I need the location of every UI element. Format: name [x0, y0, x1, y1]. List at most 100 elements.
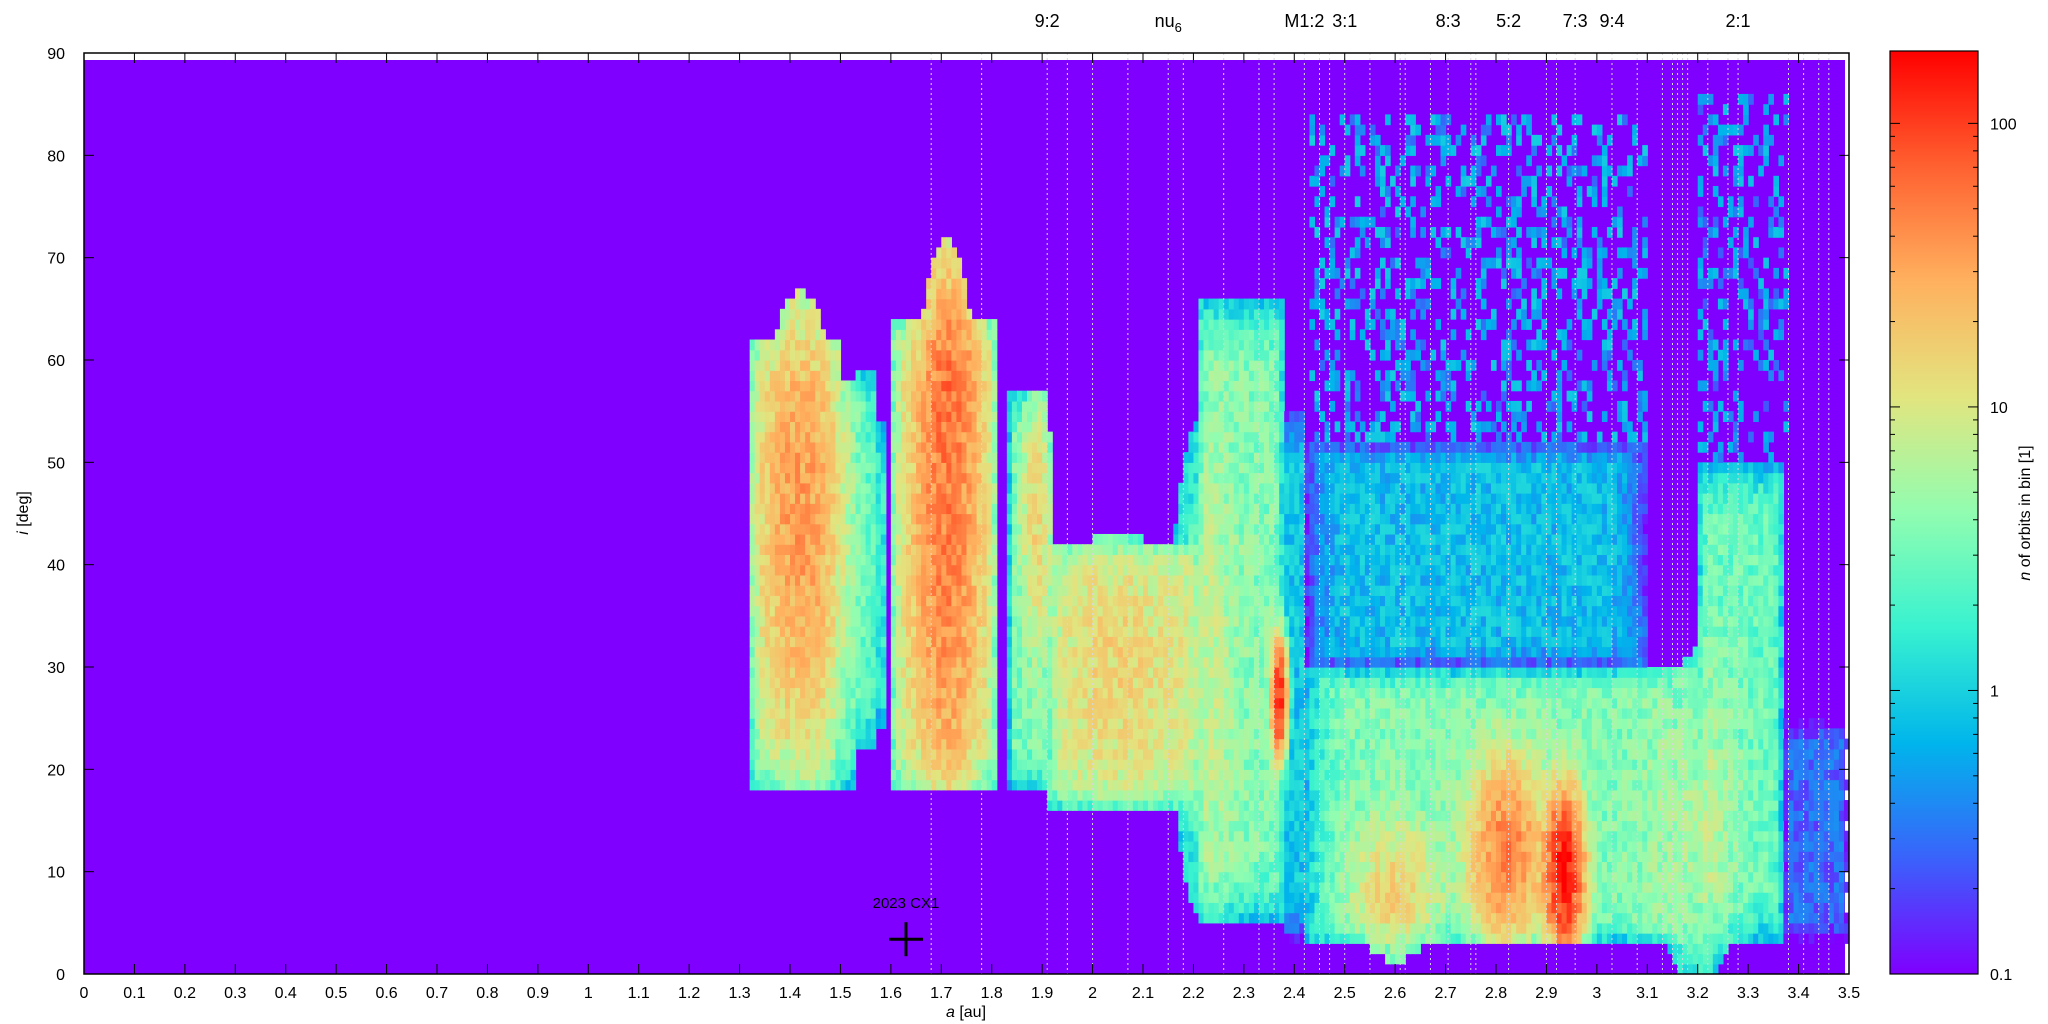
heatmap-cell: [936, 493, 942, 504]
heatmap-cell: [951, 656, 958, 668]
heatmap-cell: [1228, 462, 1235, 474]
heatmap-cell: [749, 595, 756, 607]
heatmap-cell: [1334, 452, 1341, 463]
heatmap-cell: [835, 523, 842, 535]
heatmap-cell: [1021, 564, 1028, 576]
heatmap-cell: [1223, 789, 1230, 801]
heatmap-cell: [1258, 595, 1265, 607]
heatmap-cell: [1052, 646, 1058, 658]
heatmap-cell: [1097, 574, 1104, 586]
heatmap-cell: [870, 564, 877, 576]
heatmap-cell: [774, 687, 781, 699]
heatmap-cell: [905, 697, 912, 709]
heatmap-cell: [1143, 615, 1149, 627]
heatmap-cell: [1284, 840, 1290, 852]
heatmap-cell: [1173, 728, 1179, 740]
heatmap-cell: [1137, 697, 1144, 709]
heatmap-cell: [966, 493, 973, 504]
heatmap-cell: [1213, 718, 1220, 729]
heatmap-cell: [820, 472, 826, 484]
heatmap-cell: [895, 646, 902, 658]
heatmap-cell: [905, 687, 912, 699]
heatmap-cell: [895, 472, 902, 484]
heatmap-cell: [951, 697, 958, 709]
heatmap-cell: [795, 360, 801, 371]
heatmap-cell: [981, 513, 988, 525]
heatmap-cell: [784, 554, 791, 566]
heatmap-cell: [1208, 881, 1215, 893]
heatmap-cell: [800, 748, 806, 760]
heatmap-cell: [1198, 533, 1205, 545]
heatmap-cell: [1082, 759, 1089, 770]
heatmap-cell: [1208, 605, 1215, 617]
heatmap-cell: [1284, 554, 1290, 566]
heatmap-cell: [1223, 452, 1230, 463]
heatmap-cell: [1016, 533, 1023, 545]
heatmap-cell: [860, 626, 867, 637]
heatmap-cell: [986, 759, 993, 770]
heatmap-cell: [931, 564, 937, 576]
heatmap-cell: [1264, 840, 1270, 852]
heatmap-cell: [1238, 769, 1245, 781]
heatmap-cell: [1037, 390, 1043, 402]
heatmap-cell: [1153, 656, 1159, 668]
heatmap-cell: [951, 544, 958, 556]
heatmap-cell: [754, 452, 761, 463]
heatmap-cell: [1173, 585, 1179, 596]
heatmap-cell: [1319, 800, 1326, 811]
heatmap-cell: [951, 329, 958, 341]
heatmap-cell: [936, 308, 942, 320]
heatmap-cell: [840, 667, 847, 678]
heatmap-cell: [840, 441, 847, 453]
heatmap-cell: [986, 564, 993, 576]
heatmap-cell: [966, 687, 973, 699]
heatmap-cell: [1213, 595, 1220, 607]
heatmap-cell: [981, 738, 988, 750]
heatmap-cell: [1203, 738, 1210, 750]
heatmap-cell: [1188, 800, 1195, 811]
heatmap-cell: [1294, 718, 1300, 729]
heatmap-cell: [865, 523, 872, 535]
heatmap-cell: [931, 615, 937, 627]
heatmap-cell: [764, 646, 771, 658]
heatmap-cell: [779, 554, 786, 566]
heatmap-cell: [779, 360, 786, 371]
heatmap-cell: [810, 339, 816, 351]
heatmap-cell: [820, 349, 826, 361]
heatmap-cell: [1213, 810, 1220, 822]
heatmap-cell: [875, 503, 882, 515]
heatmap-cell: [986, 636, 993, 648]
heatmap-cell: [825, 390, 831, 402]
heatmap-cell: [805, 646, 811, 658]
heatmap-cell: [941, 605, 947, 617]
heatmap-cell: [835, 513, 842, 525]
heatmap-cell: [1057, 748, 1063, 760]
heatmap-cell: [1183, 748, 1189, 760]
heatmap-cell: [1238, 667, 1245, 678]
heatmap-cell: [779, 564, 786, 576]
heatmap-cell: [825, 431, 831, 443]
heatmap-cell: [805, 513, 811, 525]
heatmap-cell: [1319, 124, 1326, 136]
heatmap-cell: [1309, 493, 1316, 504]
heatmap-cell: [1153, 667, 1159, 678]
heatmap-cell: [1077, 707, 1084, 719]
heatmap-cell: [916, 319, 922, 330]
heatmap-cell: [1208, 349, 1215, 361]
heatmap-cell: [1203, 677, 1210, 689]
heatmap-cell: [1284, 881, 1290, 893]
heatmap-cell: [1188, 574, 1195, 586]
heatmap-cell: [774, 339, 781, 351]
heatmap-cell: [966, 482, 973, 494]
heatmap-cell: [840, 564, 847, 576]
heatmap-cell: [1203, 390, 1210, 402]
heatmap-cell: [991, 400, 998, 412]
heatmap-cell: [754, 574, 761, 586]
heatmap-cell: [1163, 615, 1169, 627]
heatmap-cell: [865, 707, 872, 719]
heatmap-cell: [1274, 748, 1280, 760]
heatmap-cell: [800, 656, 806, 668]
heatmap-cell: [1284, 421, 1290, 433]
heatmap-cell: [1208, 544, 1215, 556]
heatmap-cell: [1117, 769, 1124, 781]
